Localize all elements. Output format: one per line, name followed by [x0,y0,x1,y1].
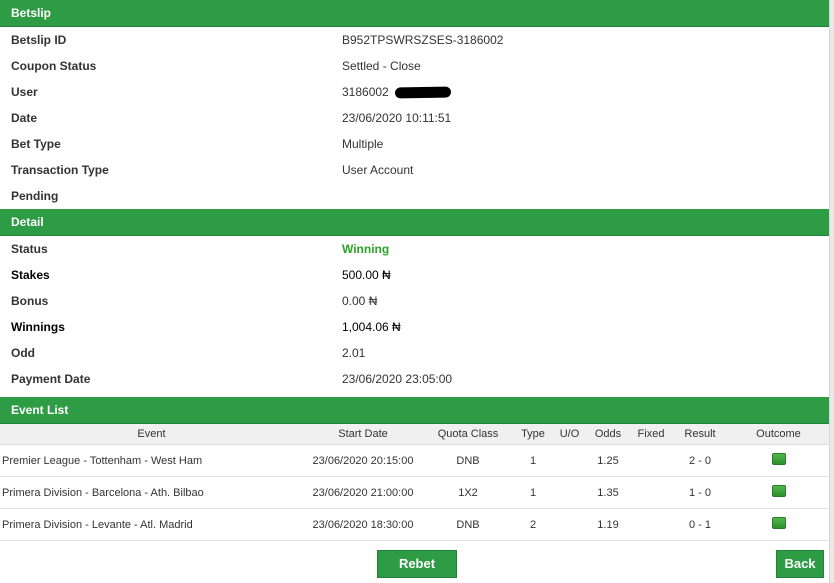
event-name: Primera Division - Barcelona - Ath. Bilb… [0,476,303,509]
coupon-status-label: Coupon Status [11,59,97,73]
col-uo: U/O [553,424,586,445]
event-list-header: Event List [0,397,829,424]
bet-type-label: Bet Type [11,137,61,151]
winnings-label: Winnings [11,320,65,334]
status-row: Status Winning [0,236,829,262]
event-list-table: Event Start Date Quota Class Type U/O Od… [0,424,829,541]
event-start-date: 23/06/2020 20:15:00 [303,444,423,477]
user-label: User [11,85,38,99]
table-row: Primera Division - Levante - Atl. Madrid… [0,508,829,541]
won-icon [771,517,786,529]
table-row: Primera Division - Barcelona - Ath. Bilb… [0,476,829,509]
event-outcome [728,508,829,541]
event-type: 2 [513,508,553,541]
transaction-type-label: Transaction Type [11,163,109,177]
status-label: Status [11,242,48,256]
transaction-type-value: User Account [342,163,414,177]
bonus-value: 0.00 ₦ [342,294,378,308]
event-uo [553,444,586,477]
odd-label: Odd [11,346,35,360]
betslip-info: Betslip ID B952TPSWRSZSES-3186002 Coupon… [0,27,829,209]
date-value: 23/06/2020 10:11:51 [342,111,452,125]
back-button[interactable]: Back [776,550,824,578]
redacted-username-mark [394,86,451,99]
event-fixed [630,444,672,477]
status-value: Winning [342,242,390,256]
stakes-label: Stakes [11,268,50,282]
event-result: 2 - 0 [672,444,728,477]
date-row: Date 23/06/2020 10:11:51 [0,105,829,131]
betslip-header: Betslip [0,0,829,27]
event-fixed [630,476,672,509]
col-outcome: Outcome [728,424,829,445]
event-fixed [630,508,672,541]
event-type: 1 [513,444,553,477]
table-row: Premier League - Tottenham - West Ham 23… [0,444,829,477]
betslip-id-value: B952TPSWRSZSES-3186002 [342,33,504,47]
col-fixed: Fixed [630,424,672,445]
payment-date-row: Payment Date 23/06/2020 23:05:00 [0,366,829,392]
col-quota-class: Quota Class [423,424,513,445]
pending-row: Pending [0,183,829,209]
odd-row: Odd 2.01 [0,340,829,366]
event-start-date: 23/06/2020 21:00:00 [303,476,423,509]
rebet-button[interactable]: Rebet [377,550,457,578]
transaction-type-row: Transaction Type User Account [0,157,829,183]
date-label: Date [11,111,38,125]
won-icon [771,485,786,497]
coupon-status-value: Settled - Close [342,59,421,73]
event-quota-class: DNB [423,508,513,541]
bonus-label: Bonus [11,294,49,308]
col-start-date: Start Date [303,424,423,445]
event-name: Primera Division - Levante - Atl. Madrid [0,508,303,541]
event-result: 0 - 1 [672,508,728,541]
user-row: User 3186002 [0,79,829,105]
bet-type-row: Bet Type Multiple [0,131,829,157]
winnings-row: Winnings 1,004.06 ₦ [0,314,829,340]
user-value: 3186002 [342,85,389,99]
coupon-status-row: Coupon Status Settled - Close [0,53,829,79]
event-type: 1 [513,476,553,509]
betslip-id-label: Betslip ID [11,33,67,47]
event-name: Premier League - Tottenham - West Ham [0,444,303,477]
event-odds: 1.35 [586,476,630,509]
payment-date-label: Payment Date [11,372,91,386]
event-outcome [728,444,829,477]
winnings-value: 1,004.06 ₦ [342,320,401,334]
betslip-panel: Betslip Betslip ID B952TPSWRSZSES-318600… [0,0,829,583]
pending-label: Pending [11,189,59,203]
won-icon [771,453,786,465]
event-odds: 1.19 [586,508,630,541]
odd-value: 2.01 [342,346,366,360]
col-event: Event [0,424,303,445]
betslip-id-row: Betslip ID B952TPSWRSZSES-3186002 [0,27,829,53]
payment-date-value: 23/06/2020 23:05:00 [342,372,453,386]
event-uo [553,476,586,509]
stakes-row: Stakes 500.00 ₦ [0,262,829,288]
event-quota-class: DNB [423,444,513,477]
event-odds: 1.25 [586,444,630,477]
event-table-header-row: Event Start Date Quota Class Type U/O Od… [0,424,829,445]
scrollbar[interactable] [829,0,834,583]
event-result: 1 - 0 [672,476,728,509]
col-odds: Odds [586,424,630,445]
event-start-date: 23/06/2020 18:30:00 [303,508,423,541]
stakes-value: 500.00 ₦ [342,268,391,282]
detail-info: Status Winning Stakes 500.00 ₦ Bonus 0.0… [0,236,829,392]
user-value-wrap: 3186002 [342,79,451,105]
event-outcome [728,476,829,509]
event-uo [553,508,586,541]
col-result: Result [672,424,728,445]
event-quota-class: 1X2 [423,476,513,509]
bonus-row: Bonus 0.00 ₦ [0,288,829,314]
bet-type-value: Multiple [342,137,384,151]
detail-header: Detail [0,209,829,236]
col-type: Type [513,424,553,445]
